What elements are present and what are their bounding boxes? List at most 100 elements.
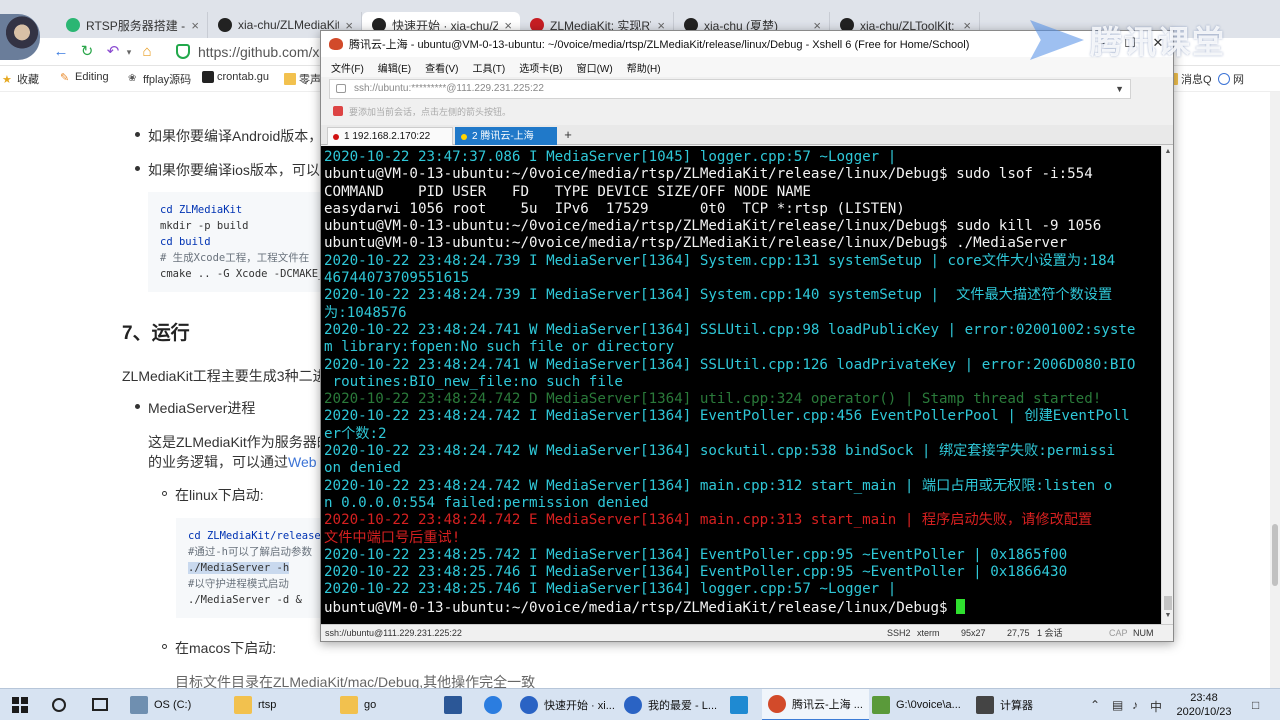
bookmark-item[interactable]: crontab.gu bbox=[202, 71, 269, 83]
session-address-field[interactable]: ssh://ubuntu:*********@111.229.231.225:2… bbox=[329, 79, 1131, 99]
code-line: # 生成Xcode工程，工程文件在 bbox=[160, 252, 310, 264]
ime-icon[interactable]: 中 bbox=[1150, 698, 1162, 715]
terminal-line-text: 46744073709551615 bbox=[324, 270, 470, 287]
taskbar-label: OS (C:) bbox=[154, 699, 192, 711]
terminal-line-text: ubuntu@VM-0-13-ubuntu:~/0voice/media/rts… bbox=[324, 166, 1093, 183]
menu-tools[interactable]: 工具(T) bbox=[472, 60, 505, 75]
url-input[interactable]: https://github.com/x bbox=[198, 42, 338, 62]
bookmark-item[interactable]: ★ 收藏 bbox=[2, 71, 39, 87]
terminal-line: 2020-10-22 23:48:24.741 W MediaServer[13… bbox=[324, 322, 1161, 339]
taskbar-item-word[interactable] bbox=[438, 689, 474, 720]
notepad-icon bbox=[872, 696, 890, 714]
close-icon[interactable]: ✕ bbox=[1147, 34, 1169, 52]
xshell-tab-label: 2 腾讯云-上海 bbox=[472, 131, 534, 142]
menu-view[interactable]: 查看(V) bbox=[425, 60, 458, 75]
ios-note: 如果你要编译ios版本，可以生 bbox=[148, 162, 334, 178]
xshell-tab-local[interactable]: 1 192.168.2.170:22 bbox=[327, 127, 453, 145]
reload-icon[interactable]: ↻ bbox=[78, 43, 96, 61]
chevron-down-icon[interactable]: ▼ bbox=[1115, 80, 1124, 98]
folder-icon bbox=[284, 73, 296, 85]
code-block-linux: cd ZLMediaKit/release #通过-h可以了解启动参数 ./Medi… bbox=[176, 518, 324, 618]
bullet bbox=[135, 166, 140, 171]
session-address: ssh://ubuntu:*********@111.229.231.225:2… bbox=[354, 83, 544, 94]
taskbar-item-notepad[interactable]: G:\0voice\a... bbox=[866, 689, 967, 720]
code-line: mkdir -p build bbox=[160, 220, 249, 232]
bullet bbox=[135, 132, 140, 137]
xshell-window[interactable]: 腾讯云-上海 - ubuntu@VM-0-13-ubuntu: ~/0voice… bbox=[320, 30, 1174, 642]
terminal-line: n 0.0.0.0:554 failed:permission denied bbox=[324, 495, 1161, 512]
bullet bbox=[162, 644, 167, 649]
calculator-icon bbox=[976, 696, 994, 714]
browser-icon bbox=[484, 696, 502, 714]
mediaserver-title: MediaServer进程 bbox=[148, 400, 256, 416]
taskbar-item-vscode[interactable] bbox=[724, 689, 760, 720]
windows-start-icon[interactable] bbox=[12, 697, 28, 713]
terminal-line: ubuntu@VM-0-13-ubuntu:~/0voice/media/rts… bbox=[324, 166, 1161, 183]
scroll-down-icon[interactable]: ▼ bbox=[1163, 612, 1173, 622]
bullet bbox=[162, 491, 167, 496]
xshell-titlebar[interactable]: 腾讯云-上海 - ubuntu@VM-0-13-ubuntu: ~/0voice… bbox=[321, 31, 1173, 57]
tab-label: RTSP服务器搭建 - 语雀 bbox=[86, 18, 186, 33]
terminal-line-text: easydarwi 1056 root 5u IPv6 17529 0t0 TC… bbox=[324, 200, 905, 217]
drive-icon bbox=[130, 696, 148, 714]
browser-tab-1[interactable]: RTSP服务器搭建 - 语雀 × bbox=[56, 12, 208, 38]
page-scrollbar[interactable] bbox=[1270, 92, 1280, 688]
clock-date: 2020/10/23 bbox=[1176, 706, 1232, 718]
terminal-output[interactable]: 2020-10-22 23:47:37.086 I MediaServer[10… bbox=[321, 146, 1161, 624]
taskbar-item-sogou-1[interactable]: 快速开始 · xi... bbox=[514, 689, 621, 720]
terminal-line-text: ubuntu@VM-0-13-ubuntu:~/0voice/media/rts… bbox=[324, 599, 957, 616]
menu-tab[interactable]: 选项卡(B) bbox=[519, 60, 562, 75]
code-line: cd build bbox=[160, 236, 211, 248]
taskbar-label: 计算器 bbox=[1000, 700, 1033, 712]
taskbar-item-browser[interactable] bbox=[478, 689, 514, 720]
search-icon[interactable] bbox=[52, 698, 66, 712]
taskbar-item-rtsp[interactable]: rtsp bbox=[228, 689, 282, 720]
menu-help[interactable]: 帮助(H) bbox=[627, 60, 661, 75]
new-tab-button[interactable]: + bbox=[561, 127, 575, 143]
avatar[interactable] bbox=[0, 14, 40, 60]
bookmark-item[interactable]: ✎ Editing bbox=[60, 71, 109, 84]
dropdown-icon[interactable]: ▾ bbox=[120, 43, 138, 61]
terminal-line: 2020-10-22 23:48:24.742 I MediaServer[13… bbox=[324, 408, 1161, 425]
section-heading-run: 7、运行 bbox=[122, 323, 190, 344]
yuque-icon bbox=[66, 18, 80, 32]
bookmark-item[interactable]: 零声 bbox=[284, 71, 321, 87]
xshell-tab-tencent[interactable]: 2 腾讯云-上海 bbox=[455, 127, 557, 145]
terminal-line: 2020-10-22 23:48:24.742 W MediaServer[13… bbox=[324, 443, 1161, 460]
folder-icon bbox=[234, 696, 252, 714]
terminal-line-text: 2020-10-22 23:48:24.742 W MediaServer[13… bbox=[324, 443, 1116, 460]
folder-icon bbox=[340, 696, 358, 714]
network-icon[interactable]: ▤ bbox=[1112, 698, 1123, 712]
menu-edit[interactable]: 编辑(E) bbox=[378, 60, 411, 75]
notification-icon[interactable]: □ bbox=[1252, 698, 1259, 712]
terminal-line: ubuntu@VM-0-13-ubuntu:~/0voice/media/rts… bbox=[324, 235, 1161, 252]
code-line: #通过-h可以了解启动参数 bbox=[188, 546, 312, 558]
task-view-icon[interactable] bbox=[92, 698, 108, 711]
tray-chevron-icon[interactable]: ⌃ bbox=[1090, 698, 1100, 712]
scroll-up-icon[interactable]: ▲ bbox=[1163, 148, 1173, 158]
terminal-scrollbar[interactable]: ▲ ▼ bbox=[1161, 146, 1173, 624]
code-line: #以守护进程模式启动 bbox=[188, 578, 289, 590]
status-dot-icon bbox=[333, 134, 339, 140]
home-icon[interactable]: ⌂ bbox=[138, 43, 156, 61]
menu-file[interactable]: 文件(F) bbox=[331, 60, 364, 75]
taskbar-item-xshell[interactable]: 腾讯云-上海 ... bbox=[762, 689, 869, 720]
taskbar-item-calculator[interactable]: 计算器 bbox=[970, 689, 1039, 720]
taskbar-clock[interactable]: 23:48 2020/10/23 bbox=[1168, 691, 1240, 719]
volume-icon[interactable]: ♪ bbox=[1132, 698, 1138, 712]
minimize-icon[interactable]: – bbox=[1091, 34, 1113, 52]
taskbar-item-os-drive[interactable]: OS (C:) bbox=[124, 689, 197, 720]
menu-window[interactable]: 窗口(W) bbox=[577, 60, 613, 75]
bookmark-item[interactable]: ❀ ffplay源码 bbox=[128, 71, 191, 87]
terminal-line: on denied bbox=[324, 460, 1161, 477]
github-icon bbox=[218, 18, 232, 32]
taskbar-item-go[interactable]: go bbox=[334, 689, 382, 720]
scrollbar-thumb[interactable] bbox=[1164, 596, 1172, 610]
taskbar-item-sogou-2[interactable]: 我的最爱 - L... bbox=[618, 689, 723, 720]
bookmark-item[interactable]: 网 bbox=[1218, 71, 1244, 87]
taskbar-label: 腾讯云-上海 ... bbox=[792, 699, 863, 711]
back-icon[interactable]: ← bbox=[52, 43, 70, 61]
scrollbar-thumb[interactable] bbox=[1272, 524, 1278, 586]
close-icon[interactable]: × bbox=[191, 18, 199, 33]
maximize-icon[interactable]: ☐ bbox=[1119, 34, 1141, 52]
